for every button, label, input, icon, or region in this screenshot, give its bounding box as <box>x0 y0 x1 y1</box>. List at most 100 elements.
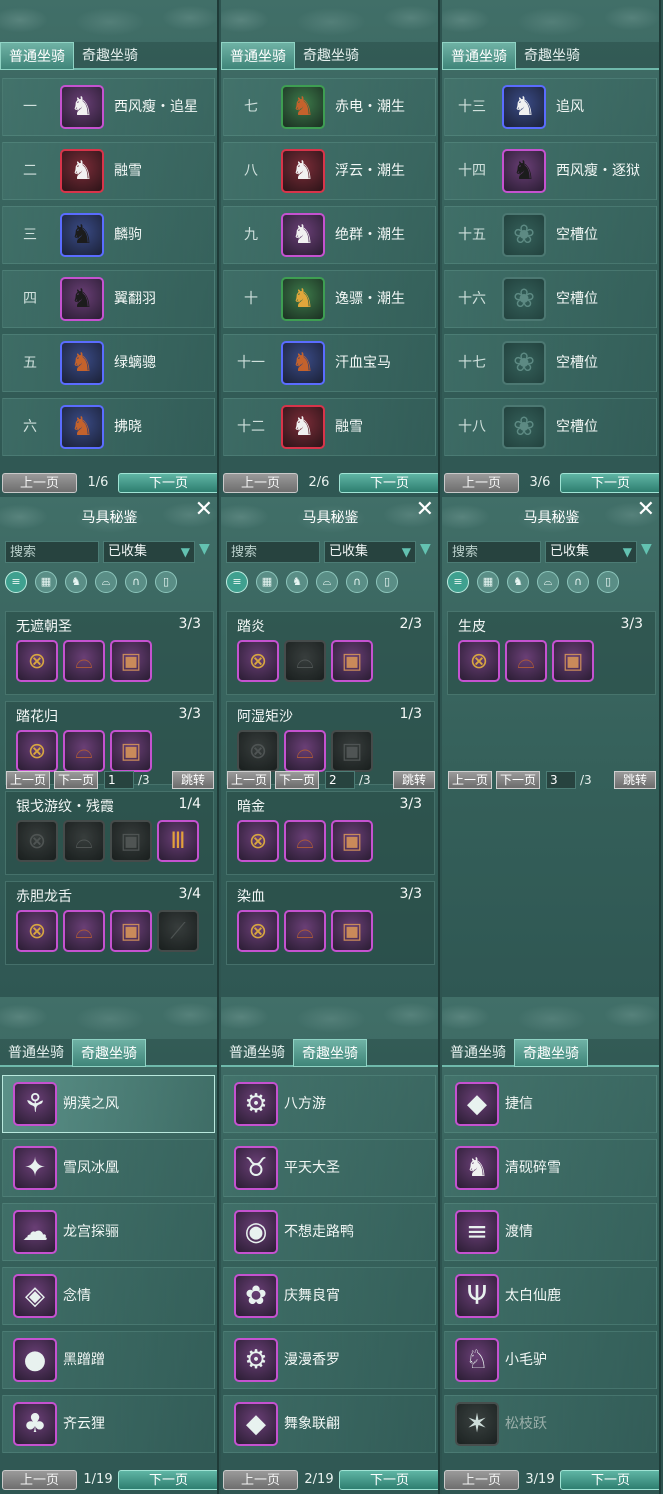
saddle-icon[interactable]: ⌓ <box>63 730 105 772</box>
prev-page-button[interactable]: 上一页 <box>223 473 298 493</box>
prev-page-button[interactable]: 上一页 <box>444 1470 519 1490</box>
close-icon[interactable]: ✕ <box>637 499 655 521</box>
prev-page-button[interactable]: 上一页 <box>223 1470 298 1490</box>
horseshoe-icon[interactable]: ∩ <box>125 571 147 593</box>
mount-row[interactable]: Ψ 太白仙鹿 <box>444 1267 657 1325</box>
saddle-icon[interactable]: ⌓ <box>63 820 105 862</box>
list-icon[interactable]: ≡ <box>447 571 469 593</box>
close-icon[interactable]: ✕ <box>416 499 434 521</box>
mount-row[interactable]: ♞ 清砚碎雪 <box>444 1139 657 1197</box>
next-page-button[interactable]: 下一页 <box>118 473 217 493</box>
bridle-icon[interactable]: ⊗ <box>237 910 279 952</box>
horseshoe-icon[interactable]: ∩ <box>346 571 368 593</box>
bridle-icon[interactable]: ⊗ <box>16 910 58 952</box>
prev-page-button[interactable]: 上一页 <box>227 771 271 789</box>
search-input[interactable] <box>447 541 541 563</box>
mount-row[interactable]: ⚘ 朔漠之风 <box>2 1075 215 1133</box>
saddle-icon[interactable]: ⌓ <box>505 640 547 682</box>
funnel-icon[interactable]: ▼ <box>420 541 431 557</box>
mount-row[interactable]: 九 ♞ 绝群・潮生 <box>223 206 436 264</box>
mount-row[interactable]: 六 ♞ 拂晓 <box>2 398 215 456</box>
saddle-icon[interactable]: ⌓ <box>537 571 559 593</box>
jump-button[interactable]: 跳转 <box>393 771 435 789</box>
tab-fun-mounts[interactable]: 奇趣坐骑 <box>72 1039 146 1067</box>
mount-row[interactable]: 五 ♞ 绿螭骢 <box>2 334 215 392</box>
next-page-button[interactable]: 下一页 <box>54 771 98 789</box>
tab-fun-mounts[interactable]: 奇趣坐骑 <box>514 1039 588 1067</box>
armor-icon[interactable]: ▣ <box>110 640 152 682</box>
tab-fun-mounts[interactable]: 奇趣坐骑 <box>74 42 146 70</box>
armor-icon[interactable]: ▣ <box>552 640 594 682</box>
horse-head-icon[interactable]: ♞ <box>286 571 308 593</box>
horseshoe-icon[interactable]: ∩ <box>567 571 589 593</box>
mount-row[interactable]: ◆ 捷信 <box>444 1075 657 1133</box>
tab-fun-mounts[interactable]: 奇趣坐骑 <box>295 42 367 70</box>
prev-page-button[interactable]: 上一页 <box>444 473 519 493</box>
mount-row[interactable]: 十五 ❀ 空槽位 <box>444 206 657 264</box>
tack-set[interactable]: 染血 3/3 ⊗ ⌓ ▣ <box>226 881 435 965</box>
mount-row[interactable]: 十 ♞ 逸骠・潮生 <box>223 270 436 328</box>
bridle-icon[interactable]: ⊗ <box>458 640 500 682</box>
saddle-icon[interactable]: ⌓ <box>284 640 326 682</box>
prev-page-button[interactable]: 上一页 <box>6 771 50 789</box>
next-page-button[interactable]: 下一页 <box>560 1470 659 1490</box>
shield-icon[interactable]: ▯ <box>155 571 177 593</box>
mount-row[interactable]: 十八 ❀ 空槽位 <box>444 398 657 456</box>
bridle-icon[interactable]: ⊗ <box>237 640 279 682</box>
collected-filter-select[interactable]: 已收集 ▼ <box>324 541 416 563</box>
close-icon[interactable]: ✕ <box>195 499 213 521</box>
search-input[interactable] <box>5 541 99 563</box>
collected-filter-select[interactable]: 已收集 ▼ <box>545 541 637 563</box>
tack-set[interactable]: 银戈游纹・残霞 1/4 ⊗ ⌓ ▣ Ⅲ <box>5 791 214 875</box>
search-input[interactable] <box>226 541 320 563</box>
tack-set[interactable]: 生皮 3/3 ⊗ ⌓ ▣ <box>447 611 656 695</box>
funnel-icon[interactable]: ▼ <box>199 541 210 557</box>
bridle-icon[interactable]: ⊗ <box>237 730 279 772</box>
mount-row[interactable]: 十三 ♞ 追风 <box>444 78 657 136</box>
tassel-icon[interactable]: ⟋ <box>157 910 199 952</box>
mount-row[interactable]: ✶ 松枝跃 <box>444 1395 657 1453</box>
next-page-button[interactable]: 下一页 <box>339 473 438 493</box>
tab-normal-mounts[interactable]: 普通坐骑 <box>442 1039 514 1067</box>
jump-button[interactable]: 跳转 <box>614 771 656 789</box>
tab-normal-mounts[interactable]: 普通坐骑 <box>0 1039 72 1067</box>
saddle-icon[interactable]: ⌓ <box>284 820 326 862</box>
mount-row[interactable]: 二 ♞ 融雪 <box>2 142 215 200</box>
tab-fun-mounts[interactable]: 奇趣坐骑 <box>516 42 588 70</box>
grid-icon[interactable]: ▦ <box>477 571 499 593</box>
next-page-button[interactable]: 下一页 <box>275 771 319 789</box>
horse-head-icon[interactable]: ♞ <box>507 571 529 593</box>
mount-row[interactable]: 三 ♞ 麟驹 <box>2 206 215 264</box>
mount-row[interactable]: ✦ 雪凤冰凰 <box>2 1139 215 1197</box>
saddle-icon[interactable]: ⌓ <box>316 571 338 593</box>
saddle-icon[interactable]: ⌓ <box>95 571 117 593</box>
tab-normal-mounts[interactable]: 普通坐骑 <box>0 42 74 70</box>
saddle-icon[interactable]: ⌓ <box>63 910 105 952</box>
mount-row[interactable]: ◆ 舞象联翩 <box>223 1395 436 1453</box>
tab-normal-mounts[interactable]: 普通坐骑 <box>442 42 516 70</box>
jump-button[interactable]: 跳转 <box>172 771 214 789</box>
mount-row[interactable]: ✿ 庆舞良宵 <box>223 1267 436 1325</box>
tack-set[interactable]: 暗金 3/3 ⊗ ⌓ ▣ <box>226 791 435 875</box>
mount-row[interactable]: 十一 ♞ 汗血宝马 <box>223 334 436 392</box>
mount-row[interactable]: ♘ 小毛驴 <box>444 1331 657 1389</box>
tack-set[interactable]: 赤胆龙舌 3/4 ⊗ ⌓ ▣ ⟋ <box>5 881 214 965</box>
mount-row[interactable]: 八 ♞ 浮云・潮生 <box>223 142 436 200</box>
mount-row[interactable]: 十二 ♞ 融雪 <box>223 398 436 456</box>
armor-icon[interactable]: ▣ <box>110 730 152 772</box>
mount-row[interactable]: 四 ♞ 翼翻羽 <box>2 270 215 328</box>
mount-row[interactable]: 十六 ❀ 空槽位 <box>444 270 657 328</box>
armor-icon[interactable]: ▣ <box>331 730 373 772</box>
grid-icon[interactable]: ▦ <box>35 571 57 593</box>
mount-row[interactable]: ☁ 龙宫探骊 <box>2 1203 215 1261</box>
stirrup-icon[interactable]: Ⅲ <box>157 820 199 862</box>
page-number-input[interactable] <box>104 771 134 789</box>
mount-row[interactable]: ≡ 渡情 <box>444 1203 657 1261</box>
funnel-icon[interactable]: ▼ <box>641 541 652 557</box>
collected-filter-select[interactable]: 已收集 ▼ <box>103 541 195 563</box>
mount-row[interactable]: ⚙ 漫漫香罗 <box>223 1331 436 1389</box>
mount-row[interactable]: 十七 ❀ 空槽位 <box>444 334 657 392</box>
tack-set[interactable]: 踏炎 2/3 ⊗ ⌓ ▣ <box>226 611 435 695</box>
tab-normal-mounts[interactable]: 普通坐骑 <box>221 42 295 70</box>
saddle-icon[interactable]: ⌓ <box>284 730 326 772</box>
